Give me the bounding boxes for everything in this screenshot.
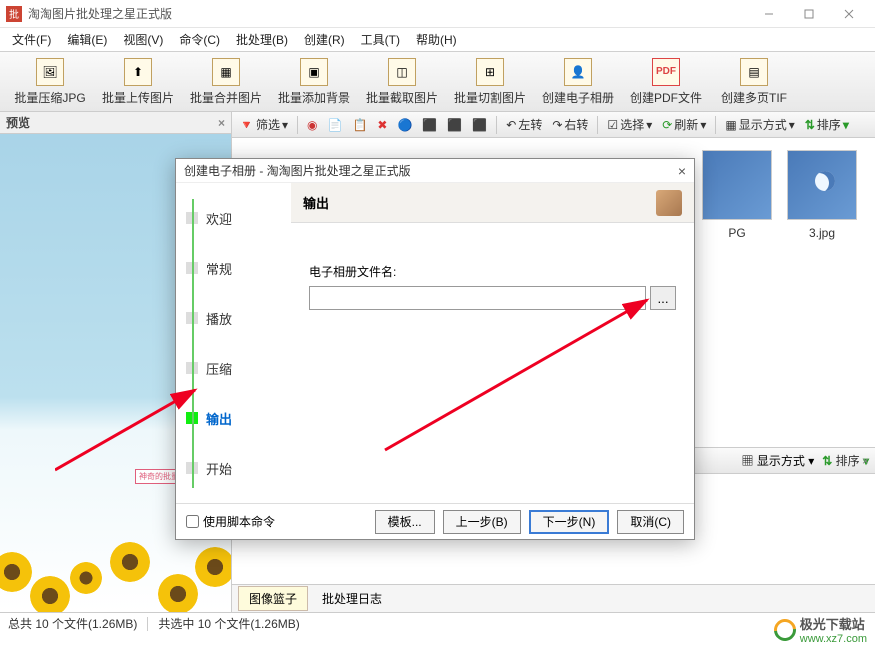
wizard-nav: 欢迎 常规 播放 压缩 输出 开始 [176,183,291,503]
rotate-left[interactable]: ↶ 左转 [503,116,545,133]
thumb-item[interactable]: PG [702,150,772,240]
tool-addbg[interactable]: ▣批量添加背景 [270,56,358,108]
menu-create[interactable]: 创建(R) [296,29,353,50]
lower-viewmode[interactable]: ▦ 显示方式 ▾ [742,452,815,469]
script-checkbox-input[interactable] [186,515,199,528]
bottom-tabs: 图像篮子 批处理日志 [232,584,875,612]
wizard-content: 电子相册文件名: ... [291,223,694,503]
dialog-title: 创建电子相册 - 淘淘图片批处理之星正式版 [184,162,411,179]
wizard-header: 输出 [291,183,694,223]
maximize-button[interactable] [789,2,829,26]
menu-bar: 文件(F) 编辑(E) 视图(V) 命令(C) 批处理(B) 创建(R) 工具(… [0,28,875,52]
tool-icon-4[interactable]: ⬛ [419,118,440,132]
next-button[interactable]: 下一步(N) [529,510,610,534]
tool-icon-3[interactable]: 🔵 [394,118,415,132]
site-watermark: 极光下载站 www.xz7.com [774,614,867,645]
tool-cut[interactable]: ⊞批量切割图片 [446,56,534,108]
menu-view[interactable]: 视图(V) [115,29,171,50]
tool-album[interactable]: 👤创建电子相册 [534,56,622,108]
status-total: 总共 10 个文件(1.26MB) [8,615,137,632]
filename-label: 电子相册文件名: [309,263,676,280]
title-bar: 批 淘淘图片批处理之星正式版 [0,0,875,28]
preview-close-icon[interactable]: × [218,116,225,130]
window-title: 淘淘图片批处理之星正式版 [28,5,749,22]
sub-toolbar: 🔻 筛选 ▾ ◉ 📄 📋 ✖ 🔵 ⬛ ⬛ ⬛ ↶ 左转 ↷ 右转 ☑ 选择 ▾ … [232,112,875,138]
site-url: www.xz7.com [800,633,867,645]
thumbnail-image [787,150,857,220]
tool-tif[interactable]: ▤创建多页TIF [710,56,798,108]
delete-icon[interactable]: ✖ [374,118,390,132]
tool-crop[interactable]: ◫批量截取图片 [358,56,446,108]
wizard-main: 输出 电子相册文件名: ... [291,183,694,503]
cancel-button[interactable]: 取消(C) [617,510,684,534]
site-logo-icon [769,614,800,645]
status-bar: 总共 10 个文件(1.26MB) 共选中 10 个文件(1.26MB) [0,612,875,634]
thumb-label: PG [728,226,745,240]
main-toolbar: 🖼批量压缩JPG ⬆批量上传图片 ▦批量合并图片 ▣批量添加背景 ◫批量截取图片… [0,52,875,112]
record-icon[interactable]: ◉ [304,118,320,132]
filter-dropdown[interactable]: 🔻 筛选 ▾ [236,116,291,133]
thumb-label: 3.jpg [809,226,835,240]
select-dropdown[interactable]: ☑ 选择 ▾ [604,116,655,133]
tool-merge[interactable]: ▦批量合并图片 [182,56,270,108]
prev-button[interactable]: 上一步(B) [443,510,521,534]
sort-dropdown[interactable]: ⇅ 排序 ▾ [802,116,852,133]
tool-compress-jpg[interactable]: 🖼批量压缩JPG [6,56,94,108]
menu-tools[interactable]: 工具(T) [353,29,408,50]
menu-file[interactable]: 文件(F) [4,29,59,50]
tool-icon-5[interactable]: ⬛ [444,118,465,132]
wizard-header-title: 输出 [303,193,329,212]
dialog-close-icon[interactable]: × [678,163,686,179]
script-checkbox[interactable]: 使用脚本命令 [186,513,275,530]
menu-edit[interactable]: 编辑(E) [59,29,115,50]
close-button[interactable] [829,2,869,26]
tool-pdf[interactable]: PDF创建PDF文件 [622,56,710,108]
tab-log[interactable]: 批处理日志 [316,587,388,610]
status-selected: 共选中 10 个文件(1.26MB) [158,615,299,632]
browse-button[interactable]: ... [650,286,676,310]
tool-icon-2[interactable]: 📋 [349,118,370,132]
tool-icon-1[interactable]: 📄 [324,118,345,132]
create-album-dialog: 创建电子相册 - 淘淘图片批处理之星正式版 × 欢迎 常规 播放 压缩 输出 开… [175,158,695,540]
rotate-right[interactable]: ↷ 右转 [549,116,591,133]
minimize-button[interactable] [749,2,789,26]
tab-basket[interactable]: 图像篮子 [238,586,308,611]
dialog-title-bar: 创建电子相册 - 淘淘图片批处理之星正式版 × [176,159,694,183]
menu-batch[interactable]: 批处理(B) [228,29,296,50]
site-name: 极光下载站 [800,614,867,633]
tool-icon-6[interactable]: ⬛ [469,118,490,132]
filename-input[interactable] [309,286,646,310]
viewmode-dropdown[interactable]: ▦ 显示方式 ▾ [722,116,797,133]
dialog-footer: 使用脚本命令 模板... 上一步(B) 下一步(N) 取消(C) [176,503,694,539]
preview-header: 预览 × [0,112,231,134]
menu-help[interactable]: 帮助(H) [408,29,465,50]
menu-cmd[interactable]: 命令(C) [171,29,228,50]
wizard-header-icon [656,190,682,216]
app-icon: 批 [6,6,22,22]
template-button[interactable]: 模板... [375,510,435,534]
thumbnail-image [702,150,772,220]
lower-close-icon[interactable]: × [862,454,869,468]
thumb-item[interactable]: 3.jpg [787,150,857,240]
preview-title: 预览 [6,114,30,131]
refresh-dropdown[interactable]: ⟳ 刷新 ▾ [659,116,709,133]
tool-upload[interactable]: ⬆批量上传图片 [94,56,182,108]
